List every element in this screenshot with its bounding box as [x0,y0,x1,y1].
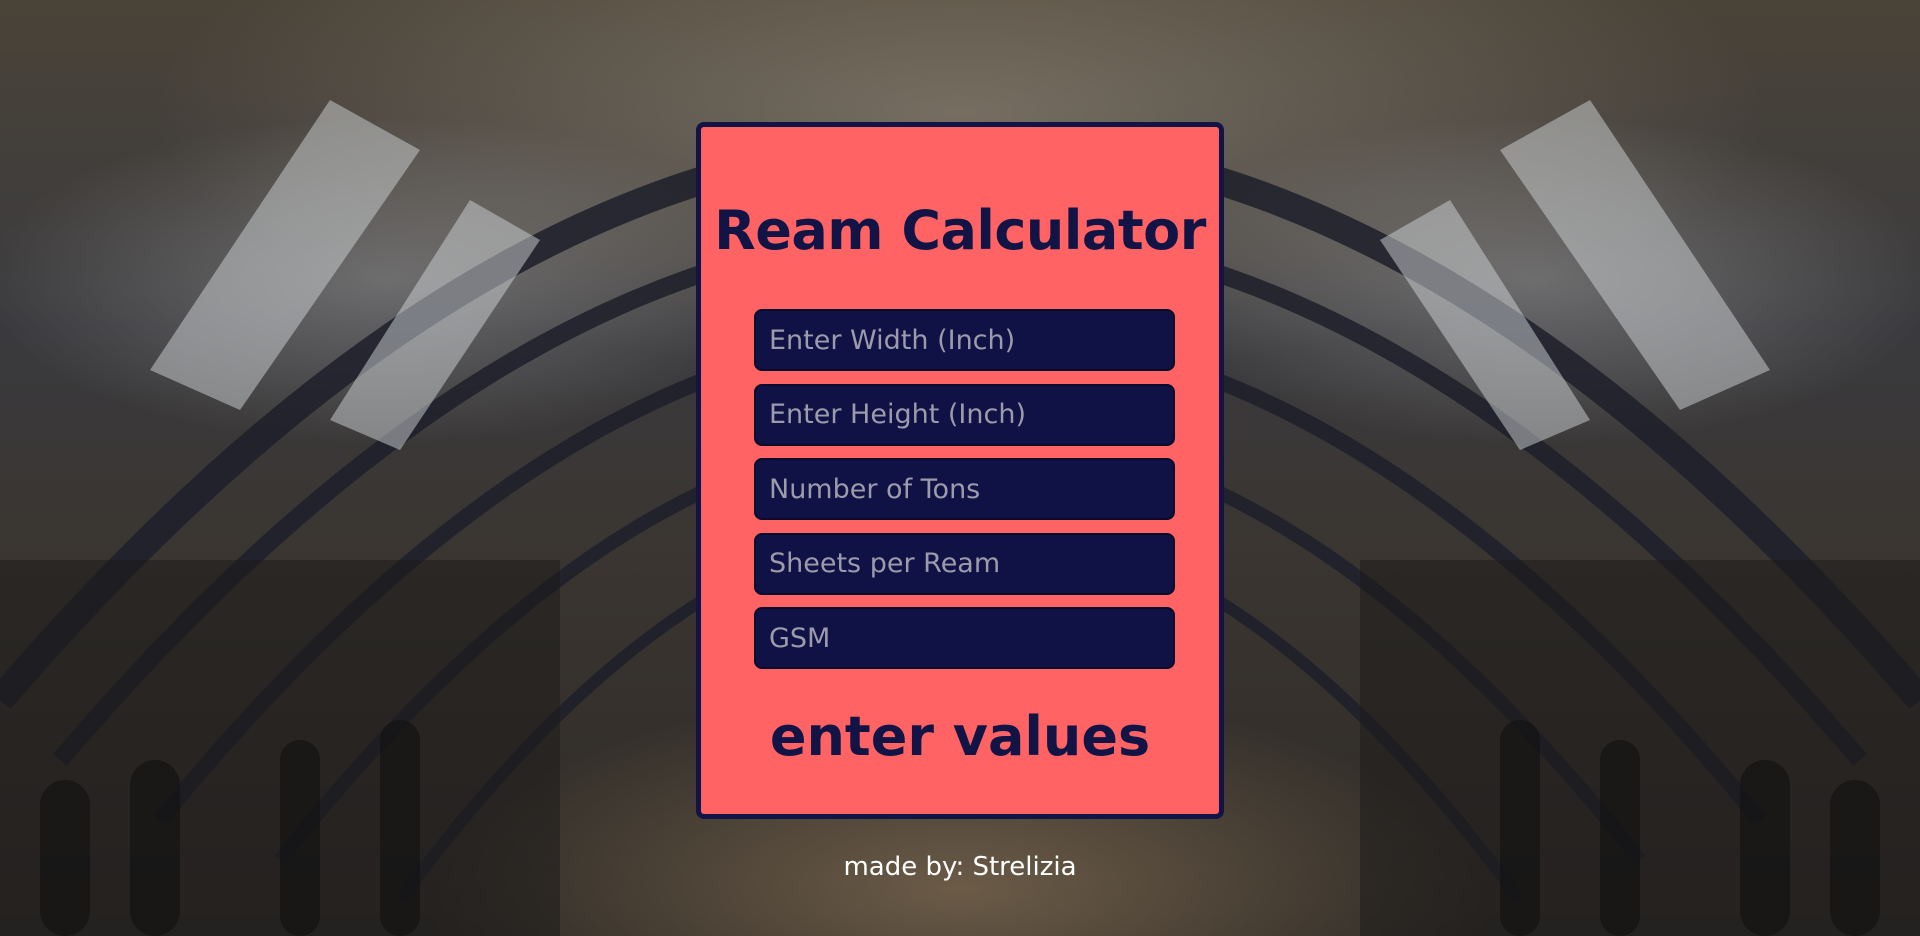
footer-credit: made by: Strelizia [843,852,1077,882]
page-title: Ream Calculator [714,199,1206,262]
width-input[interactable] [754,309,1175,371]
sheets-per-ream-input[interactable] [754,532,1175,595]
gsm-input[interactable] [754,607,1175,669]
calculator-card: Ream Calculator enter values [696,122,1224,819]
result-text: enter values [769,705,1151,768]
tons-input[interactable] [754,458,1175,520]
height-input[interactable] [754,383,1175,446]
input-list [754,309,1175,682]
